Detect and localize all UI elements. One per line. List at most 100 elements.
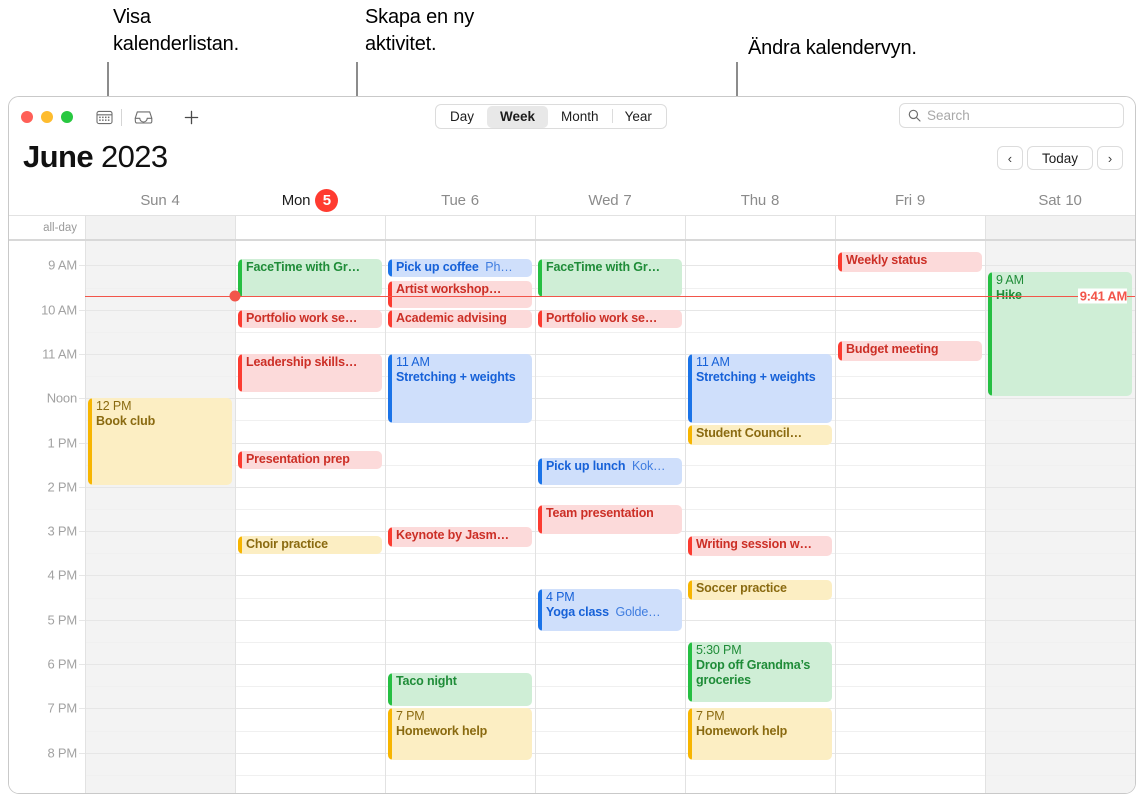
hour-label-3-pm: 3 PM xyxy=(47,523,77,539)
event-title: Drop off Grandma’s groceries xyxy=(696,657,811,687)
day-header-wed[interactable]: Wed 7 xyxy=(535,185,685,215)
day-header-sat[interactable]: Sat 10 xyxy=(985,185,1135,215)
view-tab-day[interactable]: Day xyxy=(437,106,487,128)
event-time: 4 PM xyxy=(546,589,575,604)
calendar-event[interactable]: Taco night xyxy=(388,672,532,707)
day-header-tue[interactable]: Tue 6 xyxy=(385,185,535,215)
hour-gridline xyxy=(236,575,385,577)
day-header-thu[interactable]: Thu 8 xyxy=(685,185,835,215)
day-header-sun[interactable]: Sun 4 xyxy=(85,185,235,215)
new-event-plus-icon[interactable] xyxy=(178,104,204,130)
calendar-event[interactable]: Academic advising xyxy=(388,309,532,328)
calendar-event[interactable]: 7 PM Homework help xyxy=(688,708,832,760)
half-hour-gridline xyxy=(236,331,385,333)
view-tab-month[interactable]: Month xyxy=(548,106,612,128)
today-button[interactable]: Today xyxy=(1026,146,1093,170)
zoom-button[interactable] xyxy=(61,111,73,123)
calendar-event[interactable]: FaceTime with Gr… xyxy=(238,258,382,297)
calendar-event[interactable]: 12 PM Book club xyxy=(88,398,232,485)
calendar-event[interactable]: 4 PM Yoga class Golde… xyxy=(538,588,682,632)
calendar-event[interactable]: Soccer practice xyxy=(688,579,832,601)
next-week-button[interactable]: › xyxy=(1097,146,1123,170)
event-color-bar xyxy=(238,451,242,470)
hour-gridline xyxy=(236,619,385,621)
day-header-fri-name: Fri xyxy=(894,191,912,209)
event-color-bar xyxy=(538,309,542,328)
view-tab-week[interactable]: Week xyxy=(487,105,549,128)
all-day-cell-tue[interactable] xyxy=(385,216,535,239)
half-hour-gridline xyxy=(86,774,235,776)
calendar-event[interactable]: 7 PM Homework help xyxy=(388,708,532,760)
hour-gridline xyxy=(836,442,985,444)
day-column-sun[interactable]: 12 PM Book club xyxy=(85,241,235,793)
half-hour-gridline xyxy=(386,331,535,333)
calendar-event[interactable]: Pick up lunch Kok… xyxy=(538,458,682,485)
view-tab-year[interactable]: Year xyxy=(611,106,665,128)
calendar-event[interactable]: Portfolio work se… xyxy=(538,309,682,328)
all-day-cell-wed[interactable] xyxy=(535,216,685,239)
event-color-bar xyxy=(538,504,542,534)
half-hour-gridline xyxy=(86,730,235,732)
calendar-icon[interactable] xyxy=(91,104,117,130)
calendar-event[interactable]: Pick up coffee Ph… xyxy=(388,258,532,277)
half-hour-gridline xyxy=(86,287,235,289)
day-column-fri[interactable]: Weekly status Budget meeting xyxy=(835,241,985,793)
day-column-thu[interactable]: 11 AM Stretching + weights Student Council… xyxy=(685,241,835,793)
event-body: Student Council… xyxy=(696,426,832,441)
event-color-bar xyxy=(388,258,392,277)
all-day-cell-sat[interactable] xyxy=(985,216,1135,239)
calendar-event[interactable]: Choir practice xyxy=(238,535,382,554)
previous-week-button[interactable]: ‹ xyxy=(996,146,1023,170)
event-title-line: Weekly status xyxy=(846,253,982,268)
event-title: Academic advising xyxy=(396,310,507,325)
day-column-sat[interactable]: 9 AM Hike xyxy=(985,241,1135,793)
hour-gridline xyxy=(836,531,985,533)
event-title: Portfolio work se… xyxy=(246,310,358,325)
day-column-tue[interactable]: Pick up coffee Ph… Artist workshop… Academ… xyxy=(385,241,535,793)
event-time: 12 PM xyxy=(96,399,132,414)
half-hour-gridline xyxy=(836,376,985,378)
half-hour-gridline xyxy=(86,509,235,510)
hour-gridline xyxy=(686,575,835,577)
all-day-cell-mon[interactable] xyxy=(235,216,385,239)
event-title: Team presentation xyxy=(546,505,654,520)
day-column-wed[interactable]: FaceTime with Gr… Portfolio work se… Pick … xyxy=(535,241,685,793)
calendar-event[interactable]: Writing session w… xyxy=(688,535,832,556)
calendar-event[interactable]: Team presentation xyxy=(538,504,682,534)
event-body: Team presentation xyxy=(546,506,682,521)
calendar-event[interactable]: Weekly status xyxy=(838,252,982,273)
day-header-fri[interactable]: Fri 9 xyxy=(835,185,985,215)
half-hour-gridline xyxy=(836,774,985,776)
day-column-mon[interactable]: FaceTime with Gr… Portfolio work se… Leade… xyxy=(235,241,385,793)
close-button[interactable] xyxy=(21,111,33,123)
day-header-mon-name: Mon xyxy=(281,191,311,209)
calendar-view-segmented-control[interactable]: Day Week Month Year xyxy=(435,104,667,129)
calendar-event[interactable]: 5:30 PM Drop off Grandma’s groceries xyxy=(688,641,832,702)
calendar-event[interactable]: Budget meeting xyxy=(838,340,982,361)
calendar-event[interactable]: Artist workshop… xyxy=(388,280,532,308)
event-title: Stretching + weights xyxy=(396,369,516,384)
minimize-button[interactable] xyxy=(41,111,53,123)
all-day-cell-thu[interactable] xyxy=(685,216,835,239)
all-day-cell-fri[interactable] xyxy=(835,216,985,239)
day-header-thu-num: 8 xyxy=(771,191,780,209)
event-body: Taco night xyxy=(396,674,532,689)
calendar-event[interactable]: 11 AM Stretching + weights xyxy=(388,353,532,423)
calendar-event[interactable]: Presentation prep xyxy=(238,451,382,470)
calendar-event[interactable]: Portfolio work se… xyxy=(238,309,382,328)
calendar-event[interactable]: Leadership skills… xyxy=(238,353,382,392)
inbox-icon[interactable] xyxy=(130,104,156,130)
search-field[interactable]: Search xyxy=(899,103,1124,128)
day-header-mon[interactable]: Mon 5 xyxy=(235,185,385,215)
calendar-event[interactable]: Keynote by Jasm… xyxy=(388,526,532,547)
hour-gridline xyxy=(86,265,235,267)
day-header-sat-num: 10 xyxy=(1065,191,1082,209)
calendar-event[interactable]: 11 AM Stretching + weights xyxy=(688,353,832,423)
calendar-event[interactable]: FaceTime with Gr… xyxy=(538,258,682,297)
all-day-cell-sun[interactable] xyxy=(85,216,235,239)
calendar-event[interactable]: Student Council… xyxy=(688,424,832,445)
current-time-dot xyxy=(229,290,241,302)
event-body: 11 AM Stretching + weights xyxy=(396,355,532,385)
event-title-line: Pick up lunch Kok… xyxy=(546,459,682,474)
event-color-bar xyxy=(838,340,842,361)
